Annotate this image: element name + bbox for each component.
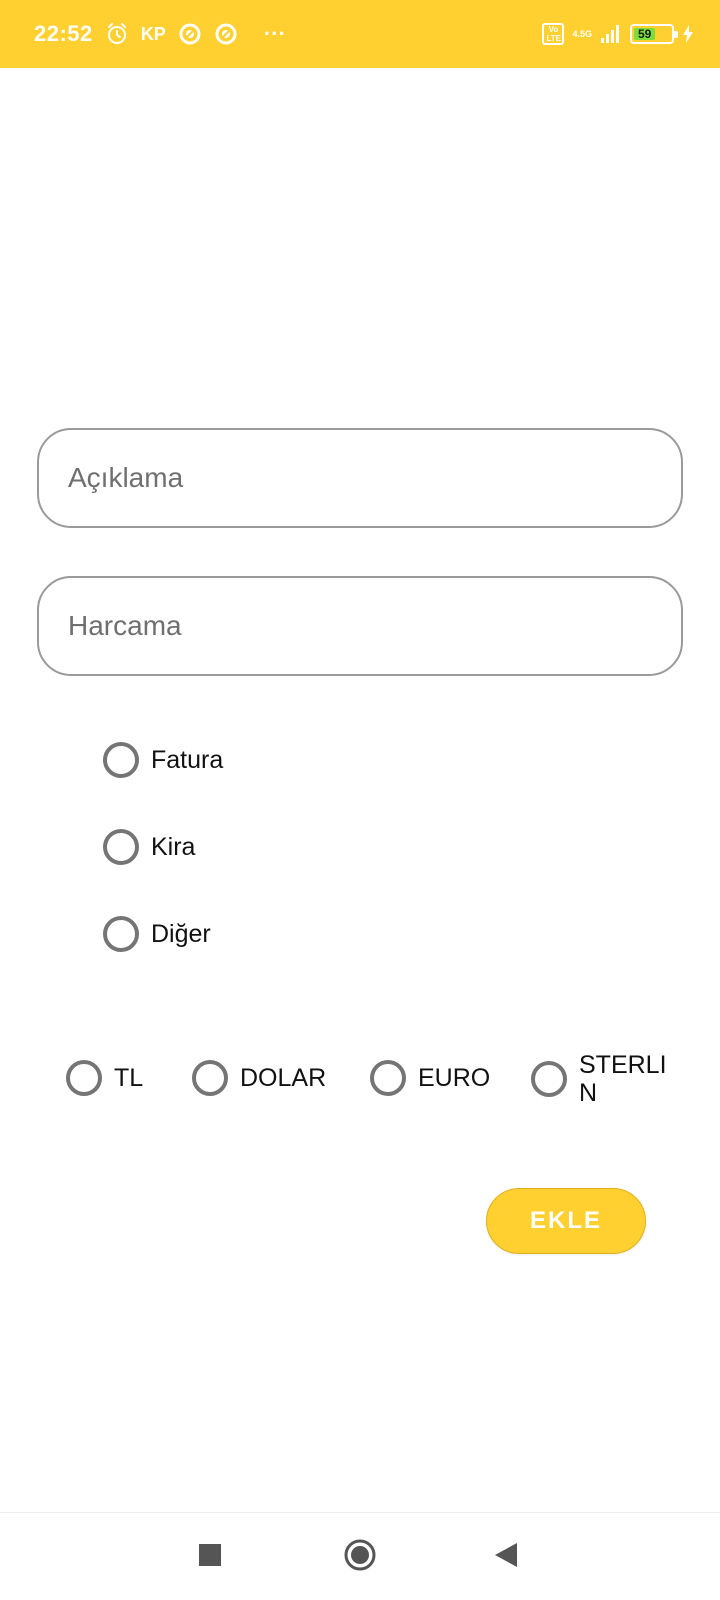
status-bar-left: 22:52 KP ··· [34, 21, 286, 47]
back-icon [495, 1542, 517, 1572]
radio-label: Fatura [151, 745, 224, 774]
radio-circle[interactable] [66, 1060, 102, 1096]
currency-radio-euro[interactable]: EURO [370, 1060, 490, 1096]
radio-label: DOLAR [240, 1063, 327, 1092]
radio-label: Diğer [151, 919, 211, 948]
app-notification-icon [214, 22, 238, 46]
radio-circle[interactable] [103, 829, 139, 865]
volte-bottom-label: LTE [546, 34, 561, 43]
carrier-label: KP [140, 23, 166, 44]
charging-icon [682, 24, 694, 44]
add-button[interactable]: EKLE [486, 1188, 646, 1254]
category-radio-diger[interactable]: Diğer [103, 916, 211, 952]
app-notification-icon [178, 22, 202, 46]
description-input[interactable] [68, 462, 681, 494]
battery-icon: 59 [630, 24, 678, 44]
amount-field[interactable] [37, 576, 683, 676]
navigation-bar [0, 1512, 720, 1600]
category-radio-kira[interactable]: Kira [103, 829, 195, 865]
status-bar-right: Vo LTE 4.5G 59 [542, 23, 694, 45]
radio-circle[interactable] [192, 1060, 228, 1096]
battery-level: 59 [637, 27, 652, 41]
recents-button[interactable] [170, 1513, 250, 1600]
currency-radio-tl[interactable]: TL [66, 1060, 143, 1096]
radio-circle[interactable] [370, 1060, 406, 1096]
back-button[interactable] [466, 1513, 546, 1600]
status-bar: 22:52 KP ··· Vo LTE 4.5G 59 [0, 0, 720, 68]
home-button[interactable] [320, 1513, 400, 1600]
more-notifications-icon: ··· [263, 21, 286, 46]
alarm-icon [105, 22, 129, 46]
description-field[interactable] [37, 428, 683, 528]
radio-label: STERLIN [579, 1051, 667, 1107]
amount-input[interactable] [68, 610, 681, 642]
radio-circle[interactable] [103, 742, 139, 778]
battery-tip [674, 31, 678, 38]
category-radio-fatura[interactable]: Fatura [103, 742, 223, 778]
home-icon [343, 1538, 377, 1577]
recents-icon [199, 1543, 221, 1571]
network-type-label: 4.5G [572, 28, 592, 39]
volte-top-label: Vo [548, 25, 559, 34]
battery-fill: 59 [634, 27, 656, 41]
status-time: 22:52 [34, 21, 93, 46]
radio-circle[interactable] [531, 1061, 567, 1097]
radio-label: Kira [151, 832, 196, 861]
currency-radio-sterlin[interactable]: STERLIN [531, 1051, 669, 1107]
currency-radio-dolar[interactable]: DOLAR [192, 1060, 326, 1096]
volte-icon: Vo LTE [542, 23, 565, 45]
screen: 22:52 KP ··· Vo LTE 4.5G 59 Açıklama Har… [0, 0, 720, 1600]
radio-label: TL [114, 1063, 144, 1092]
signal-icon [600, 24, 622, 44]
radio-circle[interactable] [103, 916, 139, 952]
radio-label: EURO [418, 1063, 491, 1092]
